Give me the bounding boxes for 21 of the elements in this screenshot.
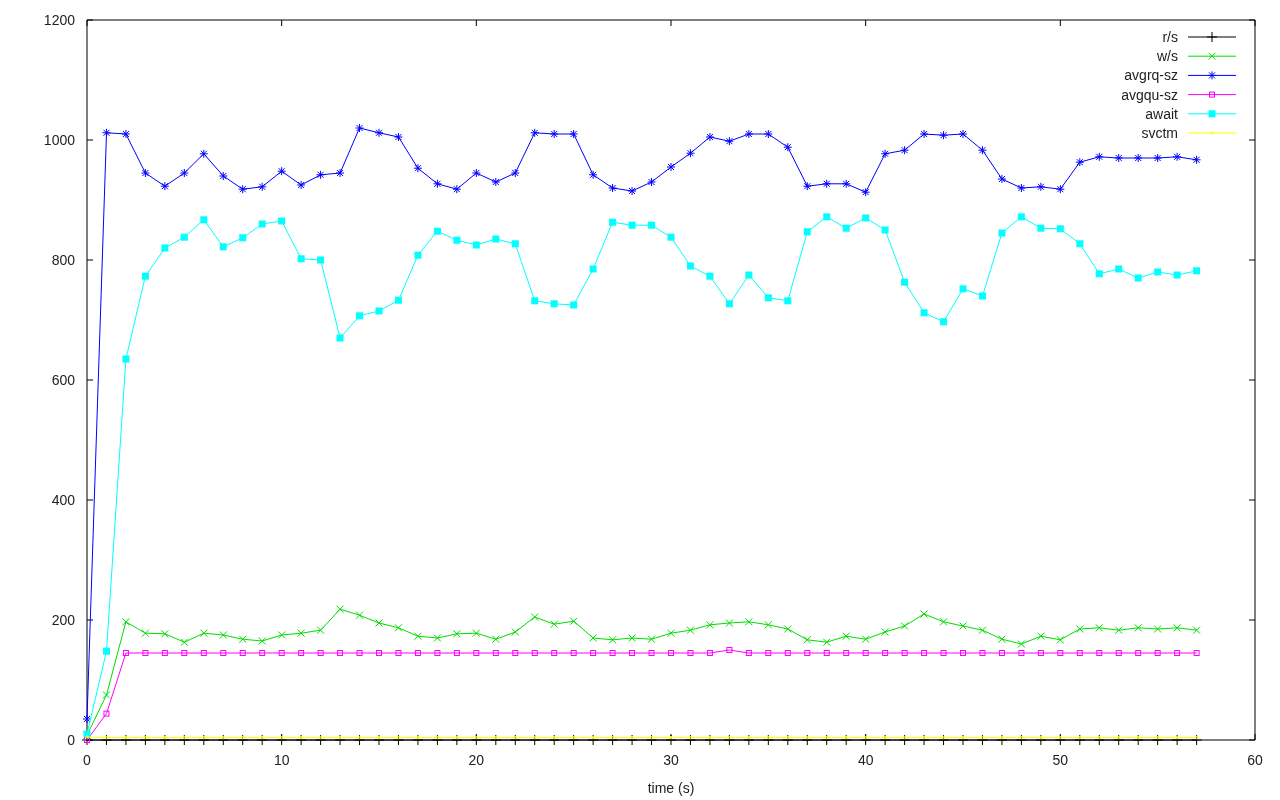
legend-label: r/s	[1162, 29, 1178, 45]
tick-label: 0	[83, 752, 91, 768]
tick-label: 50	[1052, 752, 1069, 768]
tick-label: 20	[468, 752, 485, 768]
legend-label: svctm	[1141, 125, 1178, 141]
tick-label: 1000	[43, 132, 75, 148]
tick-label: 0	[67, 732, 75, 748]
legend-label: await	[1145, 105, 1178, 122]
axis-title: time (s)	[647, 780, 695, 796]
tick-label: 400	[51, 492, 75, 508]
tick-label: 800	[51, 252, 75, 268]
legend-label: w/s	[1157, 48, 1178, 65]
legend-label: avgqu-sz	[1121, 86, 1178, 103]
tick-label: 30	[663, 752, 679, 768]
tick-label: 60	[1247, 752, 1263, 768]
tick-label: 10	[273, 752, 290, 768]
tick-label: 1200	[43, 12, 75, 28]
tick-label: 200	[51, 612, 75, 628]
tick-label: 40	[857, 752, 874, 768]
tick-label: 600	[51, 372, 75, 388]
legend-label: avgrq-sz	[1124, 67, 1178, 84]
